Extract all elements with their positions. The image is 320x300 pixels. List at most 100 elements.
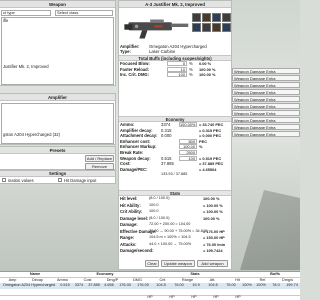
stats-label: Crit Ability: <box>120 209 143 214</box>
buff-input[interactable]: 0 <box>167 61 187 66</box>
enhancer-list-item[interactable]: Weapon Damage Enha <box>232 131 300 138</box>
buff-row: Faster Reload: 10% 100.00 % <box>119 66 231 72</box>
total-buffs-header: Total Buffs (including scopes/sights) <box>119 55 231 61</box>
economy-row: Break Rate: 2500 <box>119 150 231 155</box>
weapons-table: Name Economy Stats Buffs Amp Decay Ammo Cos… <box>0 271 300 300</box>
update-weapon-button[interactable]: Update weapon <box>161 260 195 267</box>
weapon-list-item-selected[interactable]: Justifier Mk. 2, Improved <box>2 64 113 69</box>
attachment-slot-icon[interactable] <box>202 13 211 22</box>
stats-row: Damage: 72.00 + 200.00 = 104.00 <box>119 222 231 227</box>
economy-label: Weapon decay: <box>120 155 151 161</box>
attachment-slot-icon[interactable] <box>212 13 221 22</box>
stats-row: Range: 104.5 m × 100% = 104.5 = 153.00 HP <box>119 235 231 240</box>
economy-result: = 0.000 PEC <box>199 133 222 139</box>
economy-label: Enhancer Markup: <box>120 144 157 150</box>
economy-section: Ammo: 3374 100.00% = 33.740 PEC Amplifier de… <box>119 122 231 176</box>
enhancer-list-item[interactable]: Weapon Damage Enha <box>232 117 300 124</box>
economy-input[interactable]: 100 <box>179 155 197 161</box>
economy-input[interactable]: 100.00% <box>179 122 197 127</box>
economy-result: = 0.519 PEC <box>199 155 222 161</box>
attachment-slot-icon[interactable] <box>222 13 231 22</box>
stats-row: Hit level: (8.0 / 100.0) 100.00 % <box>119 196 231 201</box>
stats-row: Crit Ability: 100.0 = 100.00 % <box>119 209 231 214</box>
buff-label: Focused Blow: <box>120 61 150 66</box>
enhancer-list-item[interactable]: Weapon Damage Enha <box>232 82 300 89</box>
stats-row: Attacks: 44.0 × 100.00 → 75.00% = 76.00 /m… <box>119 242 231 247</box>
economy-label: Enhancer cost: <box>120 138 151 144</box>
table-row[interactable]: Omegaton A204 Hypercharged 0.515 3374 37.88… <box>0 283 300 289</box>
damage-per-pec-formula: 133.93 / 37.885 <box>161 172 188 176</box>
economy-input[interactable]: 2500 <box>179 150 197 155</box>
hit-damage-input-checkbox[interactable] <box>58 178 62 182</box>
economy-row: Enhancer cost: 800 PEC <box>119 138 231 144</box>
table-cell: 104.5 <box>156 283 166 287</box>
buff-result: 100.00 % <box>199 72 216 78</box>
attachment-slot-icon[interactable] <box>222 23 231 32</box>
economy-result: = 0.315 PEC <box>199 127 222 133</box>
economy-label: Cost: <box>120 161 131 167</box>
economy-input[interactable]: 100.00 <box>179 144 197 150</box>
stats-header: Stats <box>119 190 231 196</box>
economy-result: = 4.65564 <box>199 166 217 172</box>
type-row: Type: Laser Carbine <box>119 49 231 54</box>
combination-values-label: ination values <box>8 177 34 183</box>
stats-label: Attacks: <box>120 241 137 247</box>
weapon-list-item[interactable]: ifle <box>2 18 113 23</box>
stats-label: Range: <box>120 235 135 240</box>
buff-result: 0.00 % <box>199 61 212 66</box>
settings-panel: Settings ination values Hit Damage input <box>0 170 116 184</box>
buff-input[interactable]: 100 <box>167 72 187 78</box>
table-footer-cell: HP <box>169 295 175 299</box>
clear-button[interactable]: Clear <box>145 260 159 267</box>
weapon-list[interactable]: ifle Justifier Mk. 2, Improved <box>1 17 114 85</box>
weapon-type-select[interactable]: ct type <box>1 10 51 16</box>
buff-row: Inc. Crit. DMG: 100% 100.00 % <box>119 72 231 78</box>
economy-result: % <box>199 144 203 150</box>
table-footer-cell: HP <box>213 295 219 299</box>
buff-percent: % <box>189 66 193 72</box>
economy-header: Economy <box>119 116 231 122</box>
enhancer-list-item[interactable]: Weapon Damage Enha <box>232 75 300 82</box>
attachment-slot-icon[interactable] <box>202 23 211 32</box>
enhancer-list-item[interactable]: Weapon Damage Enha <box>232 68 300 75</box>
remove-button[interactable]: Remove <box>85 163 114 170</box>
enhancer-list-item[interactable]: Weapon Damage Enha <box>232 103 300 110</box>
table-cell: 104.5 <box>208 283 218 287</box>
presets-panel: Presets Add / Replace Remove <box>0 146 116 170</box>
stats-value: 104.5 m × 100% = 104.5 <box>149 235 191 239</box>
stats-result: = 199.7424 <box>203 248 223 253</box>
weapon-class-select[interactable]: Select class <box>55 10 113 16</box>
economy-result: = 33.740 PEC <box>199 122 224 127</box>
economy-input[interactable]: 800 <box>179 138 197 144</box>
economy-value: 0.315 <box>161 127 172 133</box>
combination-values-checkbox[interactable] <box>2 178 6 182</box>
add-weapon-button[interactable]: Add weapon <box>197 260 228 267</box>
stats-result: = 100.00 % <box>203 202 223 208</box>
enhancer-list-item[interactable]: Weapon Damage Enha <box>232 89 300 96</box>
buffs-section: Focused Blow: 0% 0.00 % Faster Reload: 10% 10… <box>119 61 231 78</box>
table-footer-cell: HP <box>147 295 153 299</box>
attachment-slot-icon[interactable] <box>212 23 221 32</box>
economy-row: Weapon decay: 0.515 100 = 0.519 PEC <box>119 155 231 161</box>
add-replace-button[interactable]: Add / Replace <box>85 155 114 162</box>
table-cell: 37.885 <box>88 283 100 287</box>
table-cell: 199.74 <box>286 283 298 287</box>
enhancer-list-item[interactable]: Weapon Damage Enha <box>232 110 300 117</box>
buff-input[interactable]: 10 <box>167 66 187 72</box>
attachment-slot-icon[interactable] <box>192 13 201 22</box>
amplifier-list-item[interactable]: gston A204 Hypercharged (32) <box>2 132 113 137</box>
amplifier-list[interactable]: gston A204 Hypercharged (32) <box>1 103 114 144</box>
enhancer-list-item[interactable]: Weapon Damage Enha <box>232 96 300 103</box>
weapon-detail-panel: A-3 Justifier Mk. 2, Improved Amplifier:… <box>118 0 232 270</box>
stats-row: Hit Ability: 100.0 = 100.00 % <box>119 203 231 208</box>
economy-row: Enhancer Markup: 100.00% <box>119 144 231 150</box>
attachment-slot-icon[interactable] <box>192 23 201 32</box>
enhancer-list-item[interactable]: Weapon Damage Enha <box>232 124 300 131</box>
table-cell: 176.00 <box>137 283 149 287</box>
economy-value: 3374 <box>161 122 171 127</box>
economy-value: 0.000 <box>161 133 172 139</box>
table-cell: 3374 <box>74 283 84 287</box>
stats-value: (8.0 / 100.0) <box>149 196 170 200</box>
table-cell: 76.00 <box>174 283 184 287</box>
stats-result: = 176.00 HP <box>203 228 225 234</box>
